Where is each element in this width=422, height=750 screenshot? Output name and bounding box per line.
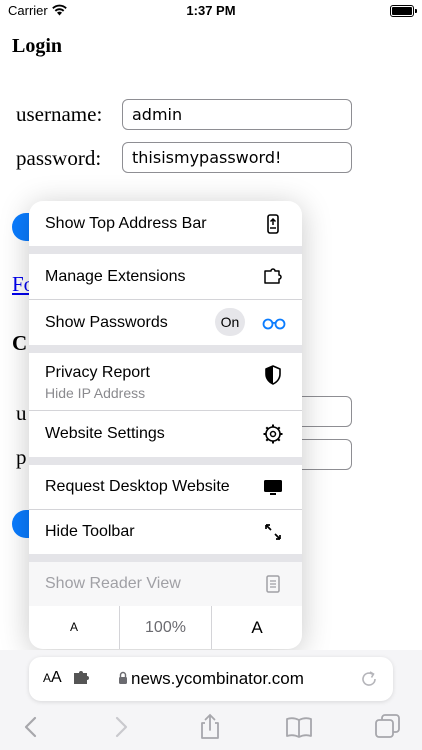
menu-item-label: Manage Extensions	[45, 268, 186, 285]
menu-item-label: Request Desktop Website	[45, 478, 230, 495]
menu-item-label: Website Settings	[45, 425, 165, 442]
password-input[interactable]	[122, 142, 352, 173]
menu-item-show-passwords[interactable]: Show Passwords On	[29, 300, 302, 345]
create-username-label-partial: u	[16, 401, 27, 425]
desktop-monitor-icon	[264, 480, 282, 495]
page-menu-button[interactable]: AA	[43, 669, 62, 687]
extension-puzzle-icon[interactable]	[73, 670, 91, 686]
tabs-icon[interactable]	[373, 712, 403, 742]
gear-icon	[263, 424, 283, 444]
zoom-out-button[interactable]: A	[29, 606, 119, 649]
menu-item-manage-extensions[interactable]: Manage Extensions	[29, 254, 302, 299]
username-label: username:	[16, 102, 103, 126]
forward-icon[interactable]	[106, 712, 136, 742]
zoom-controls: A 100% A	[29, 606, 302, 649]
shield-icon	[265, 365, 281, 385]
page-menu: Show Top Address Bar Manage Extensions S…	[29, 201, 302, 649]
menu-item-sublabel: Hide IP Address	[45, 385, 146, 401]
bookmarks-icon[interactable]	[284, 712, 314, 742]
menu-item-label: Show Reader View	[45, 575, 181, 592]
clock: 1:37 PM	[186, 3, 236, 18]
menu-item-label: Hide Toolbar	[45, 523, 135, 540]
username-input[interactable]	[122, 99, 352, 130]
battery-icon	[390, 5, 417, 17]
menu-item-privacy-report[interactable]: Privacy Report Hide IP Address	[29, 353, 302, 410]
puzzle-piece-icon	[264, 268, 282, 284]
menu-item-request-desktop-website[interactable]: Request Desktop Website	[29, 465, 302, 509]
show-passwords-state-badge[interactable]: On	[215, 308, 245, 336]
menu-item-label: Privacy Report	[45, 364, 150, 381]
create-password-label-partial: p	[16, 445, 27, 469]
menu-item-hide-toolbar[interactable]: Hide Toolbar	[29, 510, 302, 554]
glasses-icon	[262, 318, 286, 330]
zoom-level[interactable]: 100%	[120, 606, 211, 649]
resize-arrows-icon	[265, 524, 281, 540]
status-bar: Carrier 1:37 PM	[0, 0, 422, 22]
password-label: password:	[16, 146, 102, 170]
menu-item-website-settings[interactable]: Website Settings	[29, 411, 302, 457]
menu-item-show-reader-view: Show Reader View	[29, 562, 302, 606]
page-title: Login	[12, 35, 63, 57]
reader-view-icon	[266, 575, 280, 593]
menu-item-label: Show Passwords	[45, 314, 168, 331]
back-icon[interactable]	[16, 712, 46, 742]
top-address-bar-icon	[267, 214, 279, 234]
menu-item-show-top-address-bar[interactable]: Show Top Address Bar	[29, 201, 302, 246]
menu-item-label: Show Top Address Bar	[45, 215, 207, 232]
url-text[interactable]: news.ycombinator.com	[131, 669, 304, 689]
create-account-heading-partial: C	[12, 331, 28, 355]
share-icon[interactable]	[195, 712, 225, 742]
lock-icon	[119, 671, 127, 684]
reload-icon[interactable]	[359, 669, 379, 689]
zoom-in-button[interactable]: A	[212, 606, 302, 649]
address-bar[interactable]: AA news.ycombinator.com	[29, 657, 393, 701]
